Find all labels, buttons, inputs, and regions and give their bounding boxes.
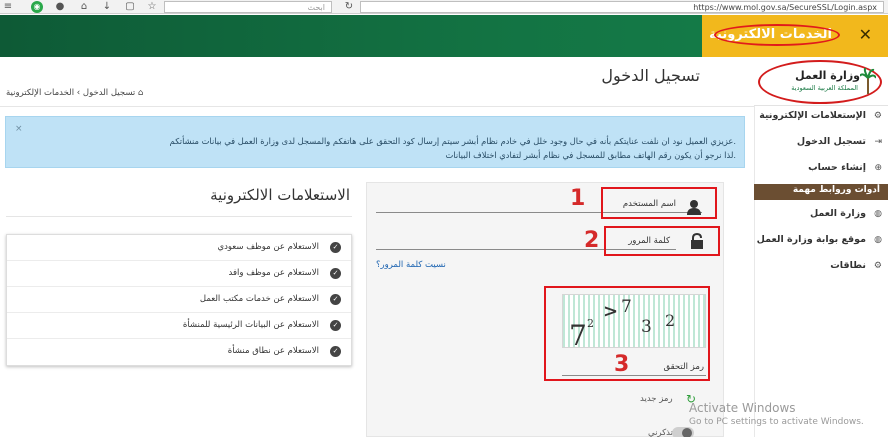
gear-icon: ⚙ bbox=[873, 261, 882, 271]
sidebar-link-label: نطاقات bbox=[830, 260, 866, 271]
logo-title: وزارة العمل bbox=[795, 69, 860, 82]
gears-icon: ⚙ bbox=[873, 111, 882, 121]
annotation-box bbox=[601, 187, 717, 219]
annotation-ellipse bbox=[714, 24, 840, 46]
sidebar-link-portal[interactable]: ◍ موقع بوابة وزارة العمل bbox=[754, 230, 888, 252]
sidebar: ⚙ الإستعلامات الإلكترونية ⌄ ⇥ تسجيل الدخ… bbox=[754, 106, 888, 437]
page-title: تسجيل الدخول bbox=[601, 66, 700, 85]
menu-icon[interactable]: ≡ bbox=[2, 1, 14, 13]
divider bbox=[6, 216, 352, 217]
alert-close-button[interactable]: × bbox=[15, 124, 23, 134]
globe-icon: ◍ bbox=[874, 209, 882, 219]
page-root: ≡ ◉ ● ⌂ ↓ ▢ ☆ ابحث ↻ https://www.mol.gov… bbox=[0, 0, 888, 437]
inquiry-label: الاستعلام عن خدمات مكتب العمل bbox=[199, 294, 319, 304]
breadcrumb-home-link[interactable]: الخدمات الإلكترونية bbox=[6, 88, 74, 98]
sidebar-link-nitaqat[interactable]: ⚙ نطاقات bbox=[754, 256, 888, 278]
logo-subtitle: المملكة العربية السعودية bbox=[791, 84, 858, 92]
plus-icon: ⊕ bbox=[874, 163, 882, 173]
inquiries-list: ✓ الاستعلام عن موظف سعودي ✓ الاستعلام عن… bbox=[6, 234, 352, 366]
inquiry-item[interactable]: ✓ الاستعلام عن موظف سعودي bbox=[7, 235, 351, 261]
inquiry-item[interactable]: ✓ الاستعلام عن خدمات مكتب العمل bbox=[7, 287, 351, 313]
chat-icon[interactable]: ● bbox=[54, 1, 66, 13]
alert-line: عزيزي العميل نود ان نلفت عنايتكم بأنه في… bbox=[169, 136, 736, 146]
annotation-number: 1 bbox=[570, 186, 586, 211]
forgot-password-link[interactable]: نسيت كلمة المرور؟ bbox=[376, 260, 446, 270]
login-icon: ⇥ bbox=[874, 137, 882, 147]
inquiry-label: الاستعلام عن موظف سعودي bbox=[217, 242, 319, 252]
clipboard-icon[interactable]: ▢ bbox=[124, 1, 136, 13]
sidebar-section-header: أدوات وروابط مهمة bbox=[754, 184, 888, 200]
inquiries-title: الاستعلامات الالكترونية bbox=[210, 186, 350, 204]
check-circle-icon: ✓ bbox=[330, 346, 341, 357]
sidebar-item-label: تسجيل الدخول bbox=[796, 136, 866, 147]
sidebar-item-label: إنشاء حساب bbox=[808, 162, 866, 173]
inquiry-label: الاستعلام عن موظف وافد bbox=[228, 268, 319, 278]
sidebar-link-label: موقع بوابة وزارة العمل bbox=[756, 234, 866, 245]
inquiry-label: الاستعلام عن نطاق منشأة bbox=[227, 346, 319, 356]
check-circle-icon: ✓ bbox=[330, 294, 341, 305]
annotation-number: 2 bbox=[584, 228, 600, 253]
breadcrumb-current: تسجيل الدخول bbox=[82, 88, 136, 98]
extension-icon[interactable]: ◉ bbox=[31, 1, 43, 13]
divider bbox=[0, 106, 754, 107]
chevron-down-icon: ⌄ bbox=[764, 110, 772, 120]
check-circle-icon: ✓ bbox=[330, 242, 341, 253]
reload-icon[interactable]: ↻ bbox=[343, 1, 355, 13]
home-icon: ⌂ bbox=[137, 88, 144, 98]
annotation-box bbox=[604, 226, 720, 256]
inquiry-item[interactable]: ✓ الاستعلام عن نطاق منشأة bbox=[7, 339, 351, 365]
activation-watermark: Activate Windows bbox=[689, 401, 796, 415]
check-circle-icon: ✓ bbox=[330, 268, 341, 279]
bookmark-star-icon[interactable]: ☆ bbox=[146, 1, 158, 13]
annotation-number: 3 bbox=[614, 352, 630, 377]
sidebar-link-ministry[interactable]: ◍ وزارة العمل bbox=[754, 204, 888, 226]
eservices-banner: الخدمات الالكترونية ✕ bbox=[702, 15, 888, 57]
inquiry-item[interactable]: ✓ الاستعلام عن البيانات الرئيسية للمنشأة bbox=[7, 313, 351, 339]
palm-icon bbox=[860, 68, 876, 94]
remember-me-toggle[interactable] bbox=[672, 427, 694, 437]
remember-me-label: تذكرني bbox=[648, 428, 674, 437]
inquiry-label: الاستعلام عن البيانات الرئيسية للمنشأة bbox=[182, 320, 319, 330]
section-header-label: أدوات وروابط مهمة bbox=[792, 185, 880, 195]
globe-icon: ◍ bbox=[874, 235, 882, 245]
activation-watermark: Go to PC settings to activate Windows. bbox=[689, 417, 864, 427]
address-url: https://www.mol.gov.sa/SecureSSL/Login.a… bbox=[693, 3, 877, 12]
sidebar-link-label: وزارة العمل bbox=[809, 208, 866, 219]
browser-toolbar: ≡ ◉ ● ⌂ ↓ ▢ ☆ ابحث ↻ https://www.mol.gov… bbox=[0, 0, 888, 14]
site-header: الخدمات الالكترونية ✕ bbox=[0, 15, 888, 57]
browser-search-input[interactable]: ابحث bbox=[164, 1, 332, 13]
search-placeholder: ابحث bbox=[307, 3, 325, 12]
sidebar-item-label: الإستعلامات الإلكترونية bbox=[759, 110, 866, 121]
sidebar-item-inquiries[interactable]: ⚙ الإستعلامات الإلكترونية ⌄ bbox=[754, 106, 888, 128]
home-icon[interactable]: ⌂ bbox=[78, 1, 90, 13]
download-icon[interactable]: ↓ bbox=[101, 1, 113, 13]
alert-line: لذا نرجو أن يكون رقم الهاتف مطابق للمسجل… bbox=[445, 150, 737, 160]
breadcrumb: تسجيل الدخول › الخدمات الإلكترونية ⌂ bbox=[6, 88, 143, 98]
info-alert: × عزيزي العميل نود ان نلفت عنايتكم بأنه … bbox=[5, 116, 745, 168]
address-bar[interactable]: https://www.mol.gov.sa/SecureSSL/Login.a… bbox=[360, 1, 884, 13]
ministry-logo[interactable]: وزارة العمل المملكة العربية السعودية bbox=[754, 58, 888, 106]
new-code-link[interactable]: رمز جديد bbox=[640, 394, 673, 404]
sidebar-item-login[interactable]: ⇥ تسجيل الدخول bbox=[754, 132, 888, 154]
breadcrumb-separator: › bbox=[76, 88, 81, 98]
inquiry-item[interactable]: ✓ الاستعلام عن موظف وافد bbox=[7, 261, 351, 287]
close-icon[interactable]: ✕ bbox=[859, 25, 872, 44]
check-circle-icon: ✓ bbox=[330, 320, 341, 331]
sidebar-item-register[interactable]: ⊕ إنشاء حساب bbox=[754, 158, 888, 180]
